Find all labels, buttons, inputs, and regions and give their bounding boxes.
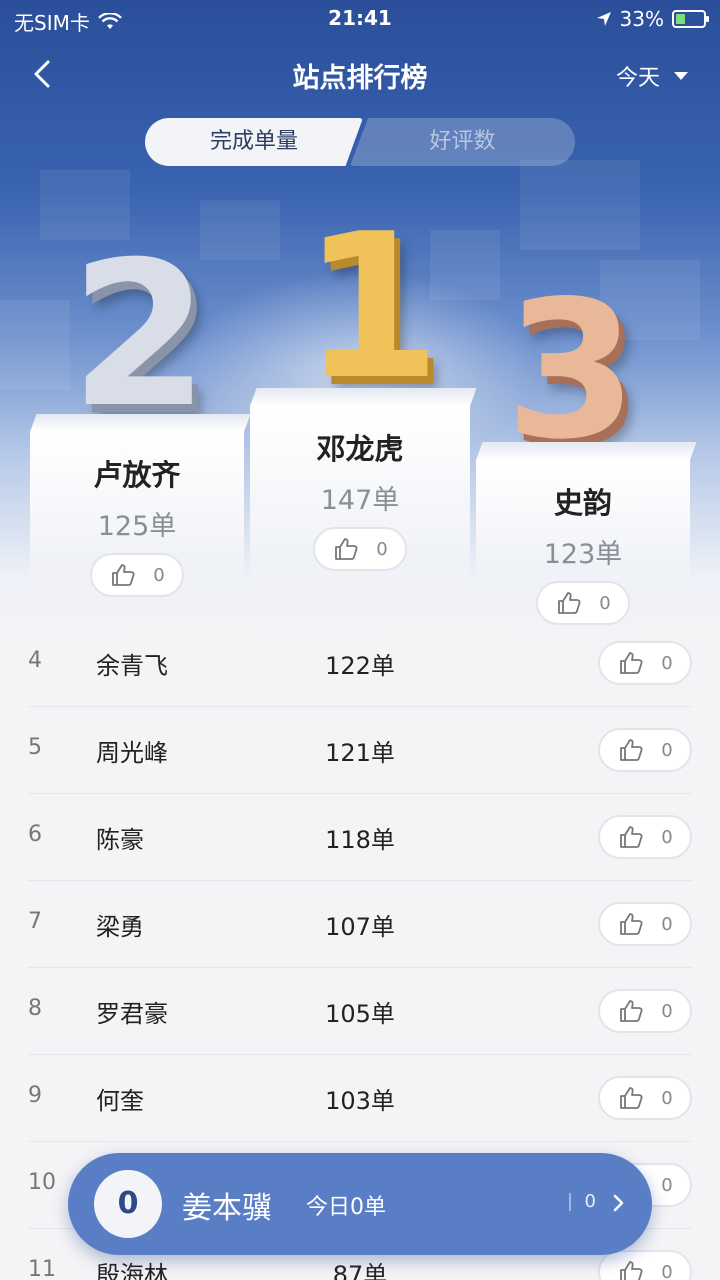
rank-1-numeral: 1 xyxy=(302,191,442,424)
person-name: 周光峰 xyxy=(96,739,168,767)
podium-count: 123单 xyxy=(543,539,623,570)
chevron-right-icon[interactable] xyxy=(606,1191,630,1215)
rank-2-numeral: 2 xyxy=(70,219,210,452)
podium-name: 卢放齐 xyxy=(93,458,181,492)
date-filter-dropdown[interactable]: 今天 xyxy=(616,60,688,92)
person-name: 殷海林 xyxy=(96,1261,168,1280)
like-button[interactable]: 0 xyxy=(598,1076,692,1120)
like-button[interactable]: 0 xyxy=(598,728,692,772)
like-button[interactable]: 0 xyxy=(536,581,630,625)
podium-first: 邓龙虎 147单 0 xyxy=(250,406,470,592)
order-count: 87单 xyxy=(332,1261,388,1280)
like-count: 0 xyxy=(661,739,673,761)
battery-percent: 33% xyxy=(619,7,664,31)
rank-number: 6 xyxy=(28,822,42,847)
order-count: 107单 xyxy=(325,913,395,941)
person-name: 陈豪 xyxy=(96,826,144,854)
status-bar: 无SIM卡 21:41 33% xyxy=(0,0,720,36)
rank-number: 8 xyxy=(28,996,42,1021)
like-count: 0 xyxy=(661,913,673,935)
like-count: 0 xyxy=(376,538,388,560)
rank-number: 7 xyxy=(28,909,42,934)
person-name: 余青飞 xyxy=(96,652,168,680)
divider xyxy=(568,1192,571,1211)
date-filter-label: 今天 xyxy=(615,66,660,91)
list-item: 9 何奎 103单 0 xyxy=(28,1055,692,1142)
person-name: 梁勇 xyxy=(96,913,144,941)
podium-name: 邓龙虎 xyxy=(316,432,404,466)
rank-number: 11 xyxy=(28,1257,56,1280)
rank-number: 10 xyxy=(28,1170,56,1195)
my-like-count: 0 xyxy=(584,1191,596,1212)
podium-third: 史韵 123单 0 xyxy=(476,460,690,625)
order-count: 122单 xyxy=(325,652,395,680)
thumbs-up-icon xyxy=(620,652,643,674)
like-count: 0 xyxy=(599,592,611,614)
thumbs-up-icon xyxy=(335,538,358,560)
my-rank-badge: 0 xyxy=(94,1170,162,1238)
like-count: 0 xyxy=(661,826,673,848)
like-button[interactable]: 0 xyxy=(90,553,184,597)
list-item: 7 梁勇 107单 0 xyxy=(28,881,692,968)
list-item: 5 周光峰 121单 0 xyxy=(28,707,692,794)
thumbs-up-icon xyxy=(558,592,581,614)
rank-number: 4 xyxy=(28,648,42,673)
podium-count: 125单 xyxy=(97,511,177,542)
like-count: 0 xyxy=(661,1261,673,1280)
nav-bar: 站点排行榜 今天 xyxy=(0,44,720,104)
order-count: 105单 xyxy=(325,1000,395,1028)
battery-icon xyxy=(672,10,709,28)
like-button[interactable]: 0 xyxy=(598,902,692,946)
thumbs-up-icon xyxy=(620,913,643,935)
order-count: 118单 xyxy=(325,826,395,854)
thumbs-up-icon xyxy=(620,1261,643,1280)
like-count: 0 xyxy=(661,1000,673,1022)
thumbs-up-icon xyxy=(620,739,643,761)
like-count: 0 xyxy=(661,1174,673,1196)
like-button[interactable]: 0 xyxy=(598,989,692,1033)
tab-completed-orders[interactable]: 完成单量 xyxy=(145,118,363,166)
like-count: 0 xyxy=(661,652,673,674)
my-name: 姜本骥 xyxy=(182,1191,272,1226)
order-count: 121单 xyxy=(325,739,395,767)
caret-down-icon xyxy=(674,72,688,80)
thumbs-up-icon xyxy=(620,1000,643,1022)
person-name: 罗君豪 xyxy=(96,1000,168,1028)
thumbs-up-icon xyxy=(112,564,135,586)
like-count: 0 xyxy=(661,1087,673,1109)
like-button[interactable]: 0 xyxy=(598,1250,692,1280)
like-button[interactable]: 0 xyxy=(313,527,407,571)
list-item: 4 余青飞 122单 0 xyxy=(28,620,692,707)
podium-count: 147单 xyxy=(320,485,400,516)
ranking-tabs: 完成单量 好评数 xyxy=(145,118,575,166)
tab-good-reviews[interactable]: 好评数 xyxy=(350,118,575,166)
like-count: 0 xyxy=(153,564,165,586)
like-button[interactable]: 0 xyxy=(598,641,692,685)
thumbs-up-icon xyxy=(620,826,643,848)
podium-name: 史韵 xyxy=(553,486,612,520)
podium-second: 卢放齐 125单 0 xyxy=(30,432,244,597)
my-like-count-group: 0 xyxy=(568,1191,596,1212)
person-name: 何奎 xyxy=(96,1087,144,1115)
location-arrow-icon xyxy=(596,12,611,26)
page-title: 站点排行榜 xyxy=(292,63,428,94)
rank-3-numeral: 3 xyxy=(505,260,638,481)
rank-number: 5 xyxy=(28,735,42,760)
my-rank-bar[interactable]: 0 姜本骥 今日0单 0 xyxy=(68,1153,652,1255)
order-count: 103单 xyxy=(325,1087,395,1115)
list-item: 8 罗君豪 105单 0 xyxy=(28,968,692,1055)
battery-level xyxy=(676,14,685,24)
rank-number: 9 xyxy=(28,1083,42,1108)
list-item: 6 陈豪 118单 0 xyxy=(28,794,692,881)
my-today-count: 今日0单 xyxy=(306,1195,386,1220)
thumbs-up-icon xyxy=(620,1087,643,1109)
like-button[interactable]: 0 xyxy=(598,815,692,859)
